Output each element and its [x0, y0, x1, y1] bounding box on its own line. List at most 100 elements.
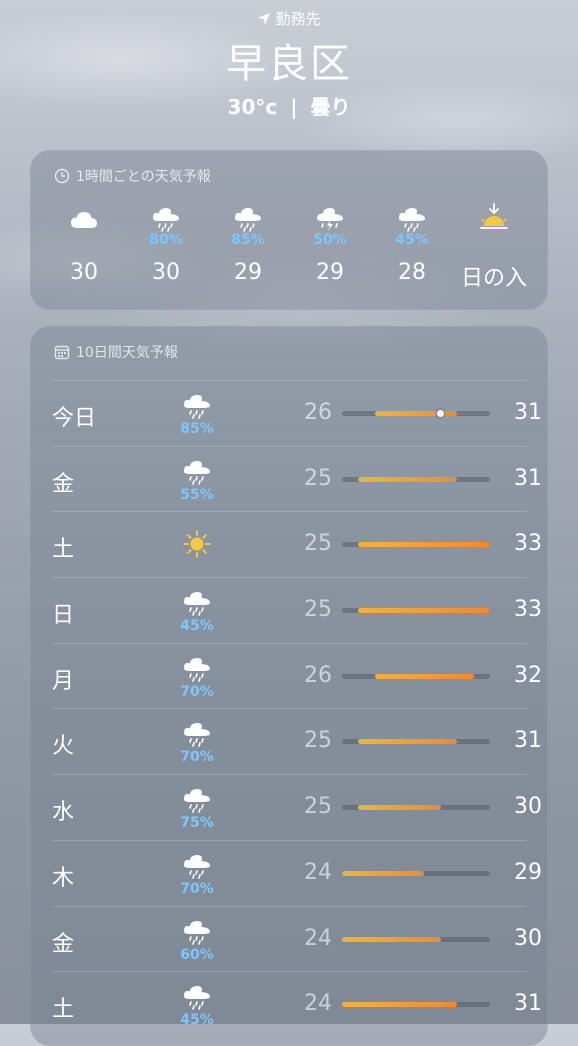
- hourly-temp: 30: [70, 260, 98, 285]
- temp-range-bar: [358, 608, 490, 614]
- daily-row[interactable]: 木 70% 24 29: [52, 839, 542, 906]
- daily-rows: 今日 85% 26 31 金 55% 25 31 土 25 33 日 45% 25 33 月 70% 26 32 火 7…: [52, 380, 542, 1037]
- daily-row[interactable]: 火 70% 25 31: [52, 708, 542, 774]
- daily-high-temp: 31: [514, 991, 542, 1017]
- daily-row[interactable]: 金 55% 25 31: [52, 445, 542, 512]
- daily-precip-chance: 60%: [180, 946, 214, 963]
- hourly-forecast-card[interactable]: 1時間ごとの天気予報 30 80% 30 85% 29 50% 29 45% 28 日の入: [30, 150, 548, 310]
- cloud-rain-icon: [172, 717, 222, 751]
- cloud-bolt-rain-icon: [290, 202, 370, 232]
- temp-range-bar: [342, 870, 425, 876]
- daily-low-temp: 25: [304, 531, 332, 557]
- summary-separator: |: [290, 95, 298, 119]
- daily-high-temp: 29: [514, 859, 542, 885]
- hourly-item: 45% 28: [372, 202, 452, 292]
- hourly-temp: 29: [316, 260, 344, 285]
- daily-weather: 45%: [172, 586, 222, 634]
- daily-high-temp: 32: [514, 662, 542, 688]
- hourly-precip-chance: 45%: [395, 232, 429, 248]
- daily-high-temp: 33: [514, 531, 542, 557]
- cloud-rain-icon: [372, 202, 452, 232]
- current-summary: 30°c | 曇り: [0, 91, 578, 120]
- daily-high-temp: 31: [514, 465, 542, 491]
- temp-range-bar: [358, 805, 441, 811]
- daily-day-label: 日: [52, 603, 75, 629]
- cloud-rain-icon: [208, 202, 288, 232]
- temp-range-track: [342, 608, 490, 614]
- daily-low-temp: 25: [304, 794, 332, 820]
- daily-low-temp: 24: [304, 925, 332, 951]
- daily-day-label: 火: [52, 734, 75, 760]
- hourly-temp: 29: [234, 260, 262, 285]
- temp-range-track: [342, 805, 490, 811]
- temp-range-bar: [342, 1002, 458, 1008]
- daily-day-label: 金: [52, 931, 75, 957]
- daily-weather: 70%: [172, 652, 222, 700]
- daily-low-temp: 25: [304, 465, 332, 491]
- cloud-rain-icon: [172, 455, 222, 489]
- daily-high-temp: 31: [514, 728, 542, 754]
- daily-precip-chance: 85%: [180, 421, 214, 437]
- cloud-rain-icon: [172, 652, 222, 686]
- daily-weather: 75%: [172, 783, 222, 831]
- daily-row[interactable]: 月 70% 26 32: [52, 642, 542, 709]
- daily-low-temp: 24: [304, 859, 332, 885]
- daily-precip-chance: 55%: [180, 486, 214, 503]
- temp-range-bar: [374, 411, 458, 416]
- hourly-precip-chance: [454, 232, 534, 248]
- daily-low-temp: 25: [304, 728, 332, 754]
- daily-low-temp: 25: [304, 597, 332, 623]
- hourly-temp: 28: [398, 260, 426, 285]
- cloud-rain-icon: [126, 202, 206, 232]
- calendar-icon: [54, 345, 70, 360]
- ten-day-forecast-title: 10日間天気予報: [54, 342, 178, 362]
- ten-day-forecast-card[interactable]: 10日間天気予報 今日 85% 26 31 金 55% 25 31 土 25 33 日 45% 25 33 月…: [30, 326, 548, 1046]
- daily-row[interactable]: 今日 85% 26 31: [52, 380, 542, 446]
- daily-row[interactable]: 土 25 33: [52, 511, 542, 577]
- temp-range-track: [342, 870, 490, 876]
- daily-low-temp: 26: [304, 400, 332, 425]
- clock-icon: [54, 168, 70, 184]
- hourly-forecast-title: 1時間ごとの天気予報: [54, 166, 211, 186]
- temp-range-bar: [374, 673, 474, 679]
- temp-range-track: [342, 936, 490, 942]
- cloud-rain-icon: [172, 849, 222, 883]
- current-condition: 曇り: [310, 95, 351, 119]
- daily-precip-chance: 45%: [180, 1012, 214, 1029]
- daily-precip-chance: 70%: [180, 683, 214, 700]
- temp-range-track: [342, 1002, 490, 1008]
- hourly-temp: 30: [152, 260, 180, 285]
- temp-range-track: [342, 673, 490, 679]
- cloud-rain-icon: [172, 586, 222, 620]
- daily-day-label: 月: [52, 668, 75, 694]
- temp-range-track: [342, 739, 490, 745]
- daily-high-temp: 33: [514, 597, 542, 623]
- current-temp: 30°c: [227, 95, 278, 119]
- daily-day-label: 水: [52, 800, 75, 826]
- sun-icon: [172, 530, 222, 562]
- hourly-precip-chance: 85%: [231, 232, 265, 248]
- cloud-rain-icon: [172, 783, 222, 817]
- daily-high-temp: 31: [514, 400, 542, 425]
- hourly-precip-chance: 50%: [313, 232, 347, 248]
- hourly-temp: 日の入: [460, 266, 527, 291]
- daily-weather: 60%: [172, 915, 222, 963]
- daily-day-label: 土: [52, 997, 75, 1023]
- daily-weather: 55%: [172, 455, 222, 503]
- daily-row[interactable]: 水 75% 25 30: [52, 774, 542, 840]
- hourly-item: 80% 30: [126, 202, 206, 292]
- daily-row[interactable]: 日 45% 25 33: [52, 577, 542, 643]
- daily-weather: 70%: [172, 717, 222, 765]
- daily-row[interactable]: 金 60% 24 30: [52, 905, 542, 972]
- hourly-item: 50% 29: [290, 202, 370, 292]
- temp-range-track: [342, 410, 490, 417]
- cloud-rain-icon: [172, 389, 222, 423]
- daily-high-temp: 30: [514, 794, 542, 820]
- hourly-item: 85% 29: [208, 202, 288, 292]
- daily-high-temp: 30: [514, 925, 542, 951]
- daily-precip-chance: 70%: [180, 749, 214, 766]
- temp-range-track: [342, 476, 490, 482]
- hourly-precip-chance: 80%: [149, 232, 183, 248]
- daily-row[interactable]: 土 45% 24 31: [52, 971, 542, 1037]
- city-name: 早良区: [226, 41, 352, 87]
